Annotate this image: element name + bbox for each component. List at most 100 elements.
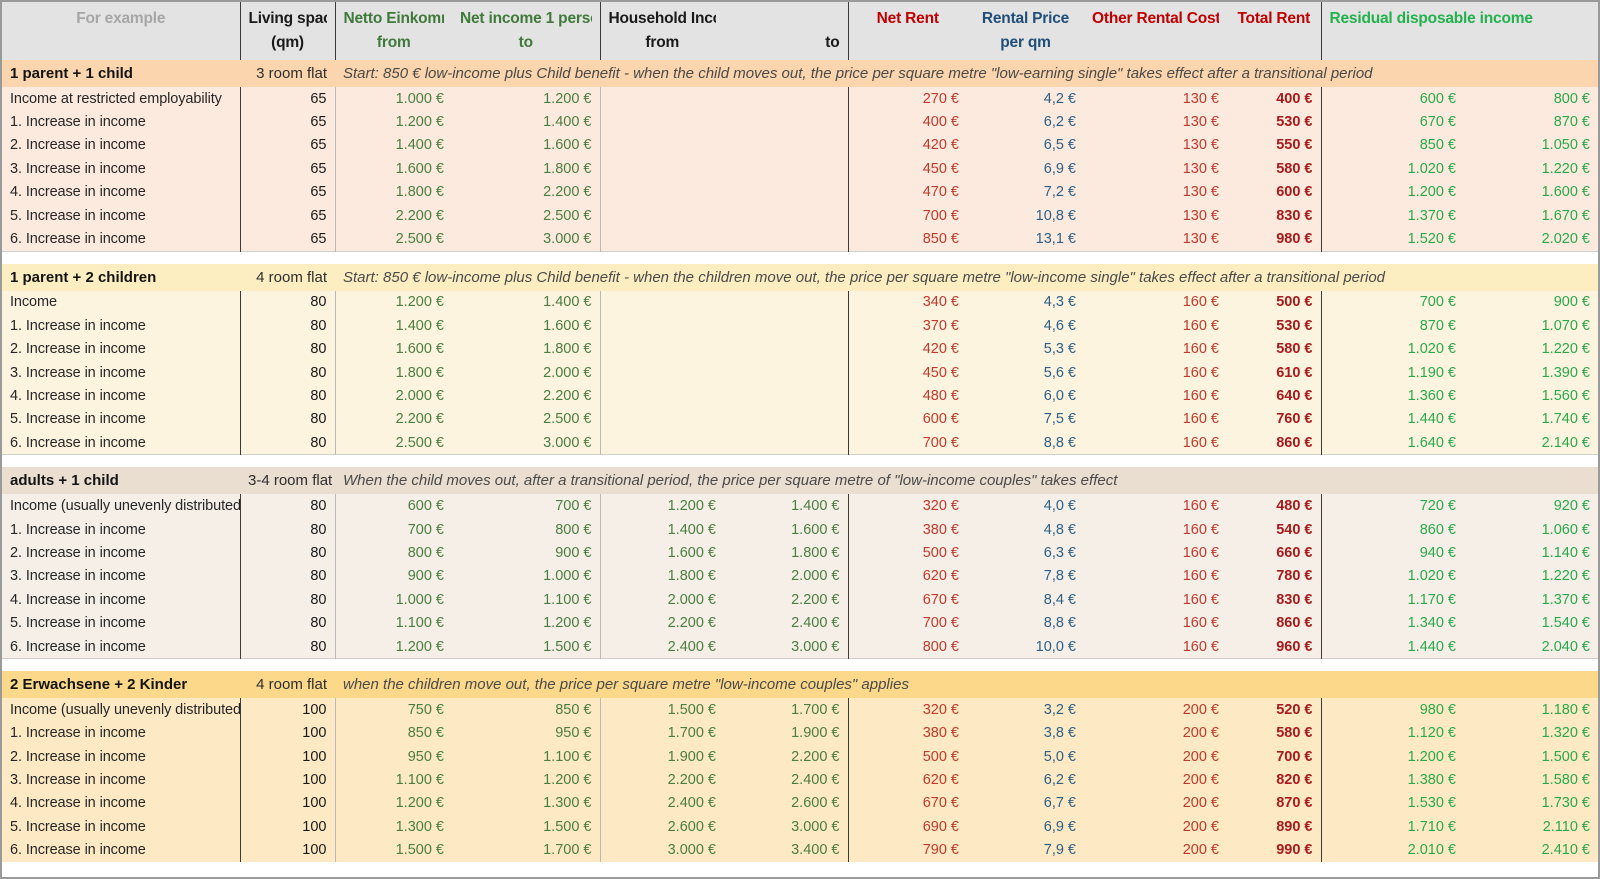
cell-other-rental-costs: 160 € [1182, 638, 1219, 655]
cell-household-income-from: 1.500 € [599, 698, 724, 722]
cell-net-rent: 850 € [847, 227, 967, 252]
table-row[interactable]: 5. Increase in income 80 2.200 € 2.500 € 600… [2, 407, 1598, 432]
table-row[interactable]: 4. Increase in income 65 1.800 € 2.200 € 470… [2, 180, 1598, 204]
table-row[interactable]: 2. Increase in income 65 1.400 € 1.600 € 420… [2, 133, 1598, 158]
header-household-from: from [645, 34, 680, 51]
table-row[interactable]: 4. Increase in income 80 2.000 € 2.200 € 480… [2, 384, 1598, 408]
cell-residual-from: 850 € [1320, 133, 1464, 158]
cell-rental-price-per-qm: 6,7 € [1043, 795, 1076, 812]
table-row[interactable]: 1. Increase in income 80 1.400 € 1.600 € 370… [2, 314, 1598, 338]
cell-residual-from: 2.010 € [1320, 838, 1464, 862]
cell-net-income-to: 850 € [555, 701, 592, 718]
cell-net-income-to: 950 € [555, 725, 592, 742]
cell-total-rent: 540 € [1276, 521, 1313, 538]
section-gap-cell [2, 454, 1598, 468]
table-row[interactable]: 4. Increase in income 100 1.200 € 1.300 € 2.… [2, 791, 1598, 816]
section-note: Start: 850 € low-income plus Child benef… [343, 268, 1386, 286]
cell-household-income-to: 2.000 € [791, 568, 840, 585]
cell-living-space: 80 [239, 384, 335, 408]
cell-household-income-from [599, 290, 724, 315]
table-row[interactable]: 3. Increase in income 80 900 € 1.000 € 1.800… [2, 564, 1598, 589]
row-label: 6. Increase in income [10, 434, 146, 451]
table-row[interactable]: Income (usually unevenly distributed) 100… [2, 698, 1598, 722]
cell-net-income-from: 700 € [334, 517, 452, 542]
cell-total-rent: 580 € [1276, 160, 1313, 177]
section-header-row: adults + 1 child 3-4 room flat When the ch… [2, 467, 1598, 495]
cell-household-income-from: 2.600 € [599, 815, 724, 839]
row-label: Income at restricted employability [10, 90, 222, 107]
table-row[interactable]: 3. Increase in income 100 1.100 € 1.200 € 2.… [2, 768, 1598, 792]
table-row[interactable]: 2. Increase in income 100 950 € 1.100 € 1.90… [2, 744, 1598, 769]
table-row[interactable]: 5. Increase in income 80 1.100 € 1.200 € 2.2… [2, 611, 1598, 635]
header-living-space: Living space (qm) [239, 2, 335, 60]
table-row[interactable]: 4. Increase in income 80 1.000 € 1.100 € 2.0… [2, 588, 1598, 612]
table-row[interactable]: 6. Increase in income 80 2.500 € 3.000 € 700… [2, 431, 1598, 455]
cell-residual-from: 1.370 € [1320, 203, 1464, 228]
header-household-income-to: to [724, 2, 848, 60]
table-row[interactable]: 3. Increase in income 65 1.600 € 1.800 € 450… [2, 157, 1598, 181]
cell-net-income-to: 2.000 € [543, 364, 592, 381]
row-label: 3. Increase in income [10, 364, 146, 381]
cell-household-income-to: 2.200 € [791, 591, 840, 608]
header-label-for-example: For example [76, 10, 166, 27]
cell-living-space: 80 [239, 337, 335, 361]
header-for-example: For example [2, 2, 240, 60]
cell-total-rent: 980 € [1276, 231, 1313, 248]
cell-residual-from: 1.440 € [1320, 634, 1464, 659]
cell-living-space: 80 [239, 634, 335, 659]
section-note: when the children move out, the price pe… [343, 676, 909, 694]
cell-net-income-to: 1.500 € [543, 638, 592, 655]
table-row[interactable]: 1. Increase in income 65 1.200 € 1.400 € 400… [2, 110, 1598, 134]
cell-total-rent: 700 € [1276, 748, 1313, 765]
cell-living-space: 100 [239, 744, 335, 769]
cell-other-rental-costs: 200 € [1182, 748, 1219, 765]
cell-other-rental-costs: 130 € [1182, 137, 1219, 154]
cell-net-income-to: 1.200 € [543, 615, 592, 632]
table-row[interactable]: 3. Increase in income 80 1.800 € 2.000 € 450… [2, 360, 1598, 385]
cell-residual-from: 1.190 € [1320, 360, 1464, 385]
cell-net-income-from: 1.100 € [334, 768, 452, 792]
cell-household-income-to [724, 384, 848, 407]
cell-other-rental-costs: 130 € [1182, 160, 1219, 177]
cell-household-income-to: 3.000 € [791, 818, 840, 835]
cell-residual-to: 2.040 € [1541, 638, 1590, 655]
row-label: 5. Increase in income [10, 411, 146, 428]
table-row[interactable]: 5. Increase in income 65 2.200 € 2.500 € 700… [2, 203, 1598, 228]
cell-total-rent: 830 € [1276, 207, 1313, 224]
cell-total-rent: 660 € [1276, 544, 1313, 561]
cell-net-rent: 790 € [847, 838, 967, 862]
cell-residual-to: 800 € [1553, 90, 1590, 107]
cell-household-income-from [599, 227, 724, 252]
table-row[interactable]: 2. Increase in income 80 1.600 € 1.800 € 420… [2, 337, 1598, 361]
table-row[interactable]: 2. Increase in income 80 800 € 900 € 1.600 €… [2, 541, 1598, 565]
header-household-to: to [825, 34, 840, 51]
section-gap-row [2, 454, 1598, 468]
cell-rental-price-per-qm: 7,8 € [1043, 568, 1076, 585]
cell-rental-price-per-qm: 6,3 € [1043, 544, 1076, 561]
header-label-household-income: Household Income [608, 10, 717, 27]
row-label: 6. Increase in income [10, 842, 146, 859]
cell-household-income-from: 2.200 € [599, 768, 724, 792]
row-label: 1. Increase in income [10, 114, 146, 131]
header-household-income: Household Income from [599, 2, 724, 60]
cell-household-income-to [724, 408, 848, 431]
table-row[interactable]: 6. Increase in income 100 1.500 € 1.700 € 3.… [2, 838, 1598, 862]
header-netto-einkommen: Netto Einkomme from [334, 2, 452, 60]
cell-residual-from: 1.380 € [1320, 768, 1464, 792]
cell-total-rent: 580 € [1276, 341, 1313, 358]
table-row[interactable]: 5. Increase in income 100 1.300 € 1.500 € 2.… [2, 815, 1598, 839]
table-row[interactable]: Income at restricted employability 65 1.00… [2, 87, 1598, 111]
row-label: 4. Increase in income [10, 795, 146, 812]
table-row[interactable]: 1. Increase in income 100 850 € 950 € 1.700 … [2, 721, 1598, 745]
cell-net-income-from: 2.200 € [334, 407, 452, 432]
cell-residual-from: 700 € [1320, 290, 1464, 315]
table-row[interactable]: Income 80 1.200 € 1.400 € 340 € 4,3 € 160 € 500… [2, 290, 1598, 315]
table-row[interactable]: 1. Increase in income 80 700 € 800 € 1.400 €… [2, 517, 1598, 542]
cell-residual-to: 1.540 € [1541, 615, 1590, 632]
table-row[interactable]: Income (usually unevenly distributed) 80 6… [2, 494, 1598, 518]
cell-other-rental-costs: 200 € [1182, 842, 1219, 859]
table-row[interactable]: 6. Increase in income 65 2.500 € 3.000 € 850… [2, 227, 1598, 252]
row-label: 4. Increase in income [10, 184, 146, 201]
cell-net-rent: 380 € [847, 517, 967, 542]
table-row[interactable]: 6. Increase in income 80 1.200 € 1.500 € 2.4… [2, 634, 1598, 659]
